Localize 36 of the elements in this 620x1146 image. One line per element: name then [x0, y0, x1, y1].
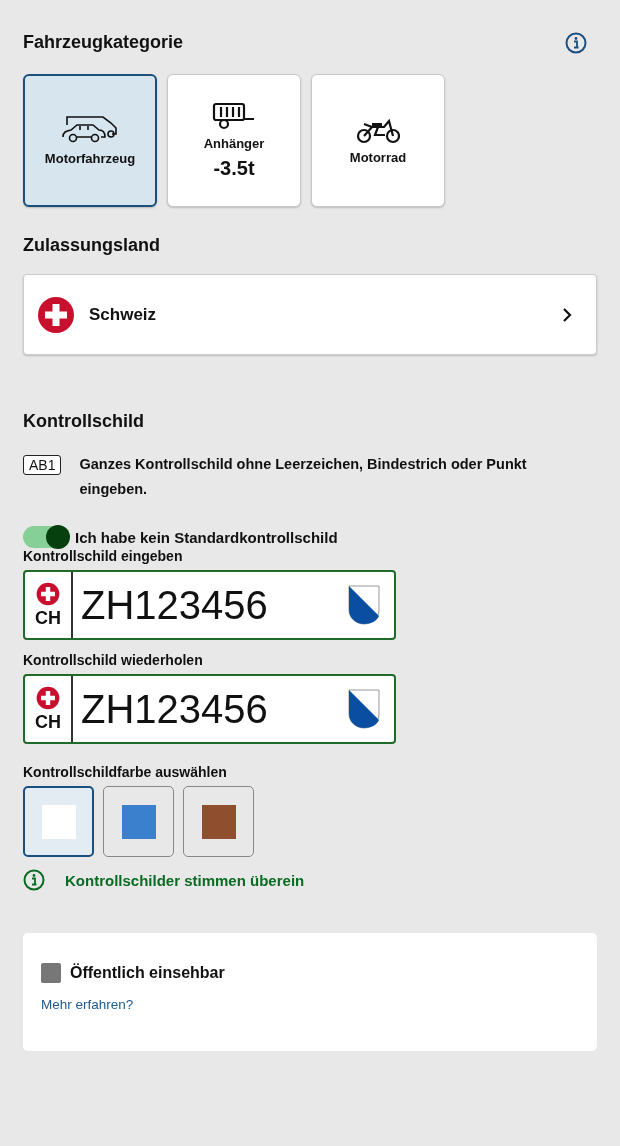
toggle-switch[interactable]: [23, 526, 69, 548]
trailer-icon: [212, 101, 256, 130]
chevron-right-icon: [562, 306, 572, 323]
car-icon: [61, 115, 119, 145]
color-option[interactable]: [103, 786, 174, 857]
section-heading: Zulassungsland: [23, 235, 161, 256]
checkbox[interactable]: [41, 963, 61, 983]
field-label: Kontrollschild wiederholen: [23, 652, 203, 668]
shield-icon: [348, 689, 380, 729]
field-label: Kontrollschild eingeben: [23, 548, 183, 564]
hint-text: Ganzes Kontrollschild ohne Leerzeichen, Bindestrich oder Punkt eingeben.: [79, 455, 528, 499]
toggle-label: Ich habe kein Standardkontrollschild: [75, 528, 338, 546]
color-option[interactable]: [23, 786, 94, 857]
section-heading: Kontrollschild: [23, 411, 144, 432]
shield-icon: [348, 585, 380, 625]
learn-more-link[interactable]: Mehr erfahren?: [41, 997, 134, 1012]
country-code: CH: [35, 607, 61, 629]
color-option[interactable]: [183, 786, 254, 857]
info-icon[interactable]: [565, 32, 587, 54]
swiss-flag-icon: [36, 581, 60, 606]
swiss-flag-icon: [36, 685, 60, 710]
swiss-flag-icon: [37, 295, 75, 334]
category-tile[interactable]: Motorrad: [311, 74, 445, 207]
plate-sample-icon: AB1: [23, 455, 62, 475]
plate-input-field[interactable]: CH ZH123456: [23, 674, 396, 744]
motorcycle-icon: [356, 116, 400, 144]
checkbox-label: Öffentlich einsehbar: [70, 964, 225, 982]
plate-input-field[interactable]: CH ZH123456: [23, 570, 396, 640]
field-label: Kontrollschildfarbe auswählen: [23, 764, 227, 780]
success-message: Kontrollschilder stimmen überein: [65, 871, 305, 889]
section-heading: Fahrzeugkategorie: [23, 32, 184, 53]
category-tile[interactable]: Anhänger -3.5t: [167, 74, 301, 207]
category-tile[interactable]: Motorfahrzeug: [23, 74, 157, 207]
info-icon: [23, 869, 45, 891]
country-code: CH: [35, 711, 61, 733]
country-select[interactable]: Schweiz: [23, 274, 597, 355]
